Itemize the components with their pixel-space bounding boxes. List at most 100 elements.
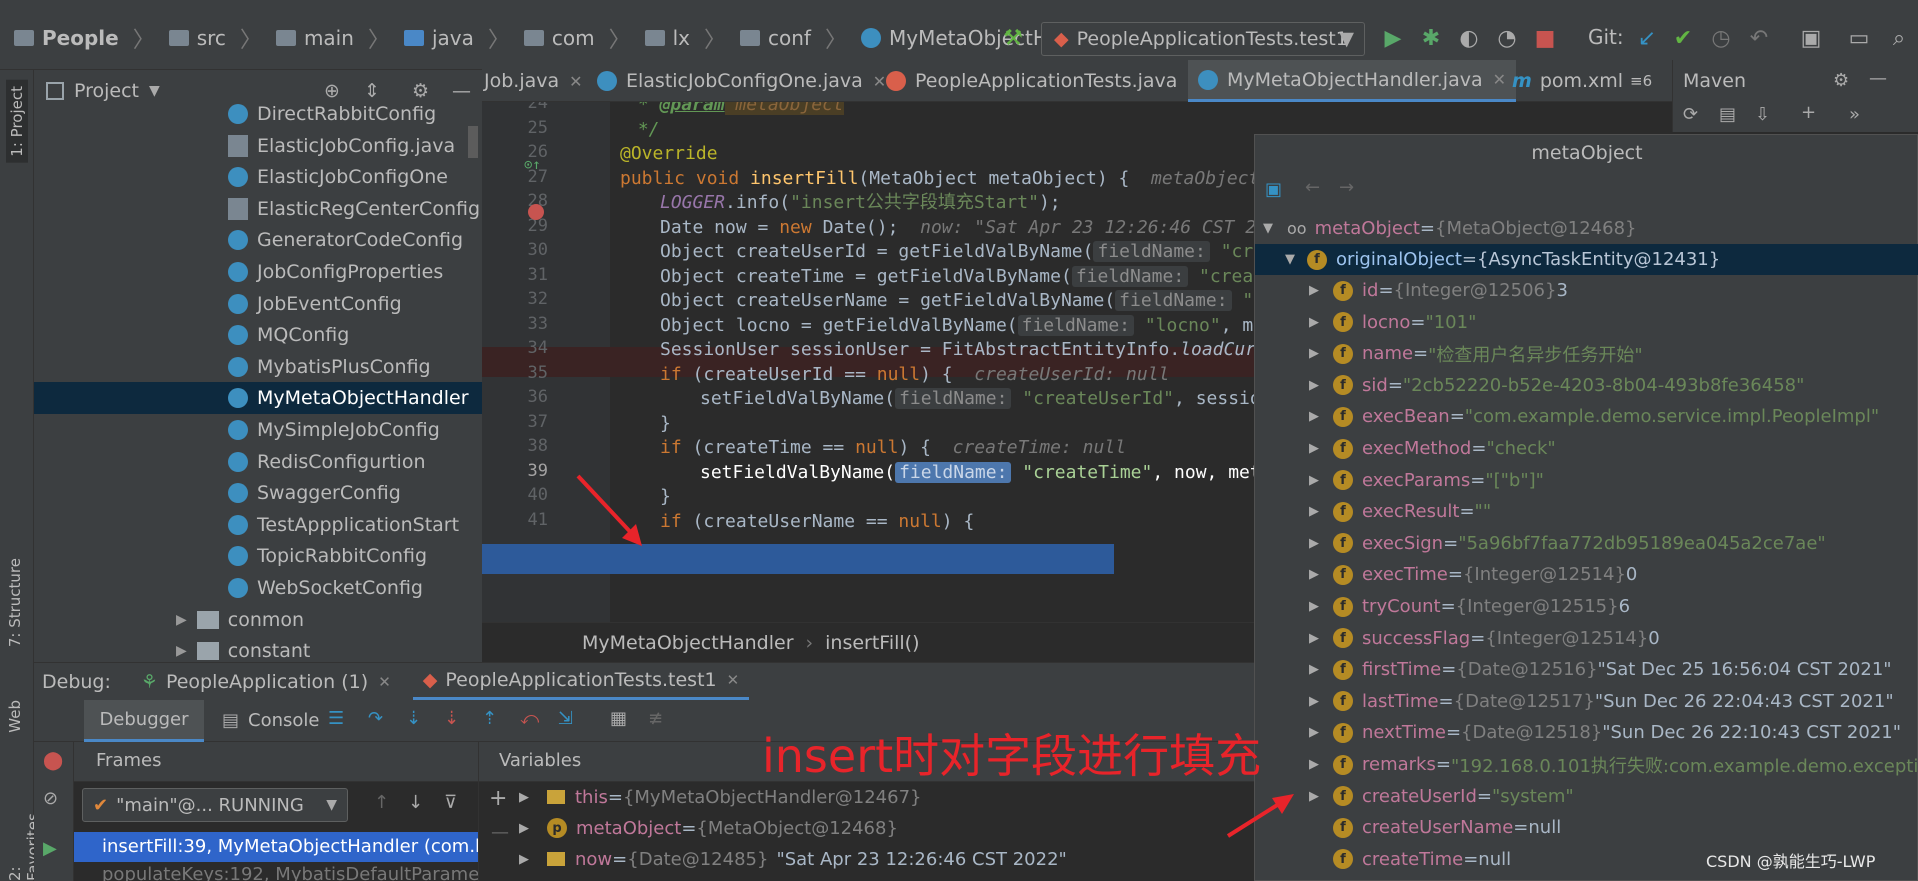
history-icon[interactable]: ◷ — [1710, 28, 1732, 50]
tree-file-item[interactable]: DirectRabbitConfig — [34, 102, 482, 130]
build-hammer-icon[interactable]: ⚒ — [1002, 28, 1024, 50]
navigate-icon[interactable]: ▣ — [1265, 179, 1282, 200]
breadcrumb-item-src[interactable]: src 〉 — [168, 22, 262, 54]
debug-session-tab-tests[interactable]: ◆ PeopleApplicationTests.test1 ✕ — [412, 663, 750, 700]
stop-icon[interactable]: ■ — [1534, 28, 1556, 50]
tree-file-item[interactable]: WebSocketConfig — [34, 572, 482, 604]
generate-sources-icon[interactable]: ▤ — [1719, 104, 1736, 125]
expand-arrow-icon[interactable]: ▶ — [176, 643, 187, 659]
expand-arrow-icon[interactable]: ▶ — [1309, 694, 1327, 709]
step-into-icon[interactable]: ⇣ — [406, 708, 421, 729]
variable-row-this[interactable]: ▶ this = {MyMetaObjectHandler@12467} — [519, 782, 922, 812]
breadcrumb-item-java[interactable]: java 〉 — [403, 22, 510, 54]
trace-icon[interactable]: ≢ — [648, 708, 663, 729]
tree-file-item[interactable]: ElasticJobConfigOne — [34, 161, 482, 193]
tree-file-item[interactable]: JobEventConfig — [34, 288, 482, 320]
tree-file-item[interactable]: RedisConfigurtion — [34, 446, 482, 478]
popup-field-row[interactable]: ▶ f tryCount = {Integer@12515} 6 — [1255, 591, 1918, 622]
rollback-icon[interactable]: ↶ — [1748, 28, 1770, 50]
project-structure-icon[interactable]: ▣ — [1800, 28, 1822, 50]
gear-icon[interactable]: ⚙ — [1833, 70, 1849, 91]
menu-icon[interactable]: ☰ — [328, 708, 344, 729]
tab-overflow-button[interactable]: ≡6 — [1630, 60, 1652, 102]
expand-arrow-icon[interactable]: ▶ — [1309, 725, 1327, 740]
minimize-icon[interactable]: — — [1869, 68, 1887, 89]
more-icon[interactable]: » — [1849, 104, 1860, 125]
editor-tab-mymetaobjecthandler[interactable]: MyMetaObjectHandler.java ✕ — [1188, 60, 1517, 102]
editor-tab-peopleapplicationtests[interactable]: PeopleApplicationTests.java✕ — [886, 60, 1201, 102]
project-scrollbar[interactable] — [468, 126, 478, 158]
resume-icon[interactable]: ▶ — [43, 838, 57, 859]
thread-select[interactable]: ✔ "main"@... RUNNING ▼ — [82, 788, 348, 822]
tree-file-item[interactable]: MybatisPlusConfig — [34, 351, 482, 383]
minimize-icon[interactable]: — — [452, 80, 471, 102]
expand-arrow-icon[interactable]: ▶ — [1309, 631, 1327, 646]
tab-debugger[interactable]: Debugger — [84, 700, 204, 742]
popup-field-row[interactable]: ▶ f execMethod = "check" — [1255, 433, 1918, 464]
tree-package-item[interactable]: ▶ constant — [176, 635, 310, 662]
popup-field-row[interactable]: ▶ f remarks = "192.168.0.101执行失败:com.examp… — [1255, 749, 1918, 780]
tree-file-item[interactable]: SwaggerConfig — [34, 477, 482, 509]
breadcrumb-item-lx[interactable]: lx 〉 — [644, 22, 726, 54]
expand-arrow-icon[interactable]: ▶ — [519, 790, 537, 805]
editor-breadcrumb-method[interactable]: insertFill() — [825, 632, 919, 654]
reload-icon[interactable]: ⟳ — [1683, 104, 1698, 125]
tree-file-item[interactable]: ElasticJobConfig.java — [34, 130, 482, 162]
add-icon[interactable]: + — [1801, 102, 1816, 123]
search-icon[interactable]: ⌕ — [1888, 28, 1910, 50]
popup-field-row[interactable]: ▶ f lastTime = {Date@12517} "Sun Dec 26 22… — [1255, 686, 1918, 717]
expand-arrow-icon[interactable]: ▶ — [1309, 504, 1327, 519]
mute-breakpoints-icon[interactable]: ⊘ — [43, 788, 58, 809]
override-marker-icon[interactable]: ⊙↑ — [524, 157, 541, 173]
tool-tab-structure[interactable]: 7: Structure — [6, 558, 24, 647]
evaluate-icon[interactable]: ▦ — [610, 708, 627, 729]
close-icon[interactable]: ✕ — [378, 673, 391, 691]
popup-field-row[interactable]: ▶ f execBean = "com.example.demo.service.i… — [1255, 401, 1918, 432]
variable-inspector-popup[interactable]: metaObject ▣ ← → ▼ oo metaObject = {Meta… — [1254, 134, 1918, 881]
breadcrumb-item-com[interactable]: com 〉 — [523, 22, 631, 54]
tool-tab-web[interactable]: Web — [6, 700, 24, 733]
expand-arrow-icon[interactable]: ▶ — [1309, 757, 1327, 772]
close-icon[interactable]: ✕ — [727, 671, 740, 689]
popup-field-row[interactable]: ▶ f sid = "2cb52220-b52e-4203-8b04-493b8fe… — [1255, 370, 1918, 401]
popup-row-metaobject[interactable]: ▼ oo metaObject = {MetaObject@12468} — [1255, 213, 1918, 244]
git-update-icon[interactable]: ↙ — [1636, 28, 1658, 50]
debug-session-tab-app[interactable]: PeopleApplication (1) — [166, 671, 368, 693]
frame-down-icon[interactable]: ↓ — [408, 792, 423, 813]
tool-tab-project[interactable]: 1: Project — [6, 80, 28, 163]
run-icon[interactable]: ▶ — [1382, 28, 1404, 50]
locate-icon[interactable]: ⊕ — [324, 80, 340, 102]
coverage-icon[interactable]: ◐ — [1458, 28, 1480, 50]
expand-arrow-icon[interactable]: ▶ — [1309, 441, 1327, 456]
tree-file-item[interactable]: TestAppplicationStart — [34, 509, 482, 541]
project-panel-title[interactable]: Project — [74, 80, 139, 102]
popup-field-row[interactable]: ▶ f execResult = "" — [1255, 496, 1918, 527]
drop-frame-icon[interactable]: ⤺ — [520, 708, 539, 729]
popup-field-row[interactable]: ▶ f successFlag = {Integer@12514} 0 — [1255, 623, 1918, 654]
breadcrumb-item-conf[interactable]: conf 〉 — [740, 22, 847, 54]
tree-file-item[interactable]: JobConfigProperties — [34, 256, 482, 288]
remove-watch-icon[interactable]: — — [491, 822, 509, 843]
popup-field-row[interactable]: f createUserName = null — [1255, 812, 1918, 843]
popup-field-row[interactable]: ▶ f execSign = "5a96bf7faa772db95189ea045a… — [1255, 528, 1918, 559]
expand-arrow-icon[interactable]: ▶ — [1309, 536, 1327, 551]
tree-file-item[interactable]: MySimpleJobConfig — [34, 414, 482, 446]
popup-field-row[interactable]: ▶ f id = {Integer@12506} 3 — [1255, 275, 1918, 306]
popup-field-row[interactable]: ▶ f firstTime = {Date@12516} "Sat Dec 25 1… — [1255, 654, 1918, 685]
expand-arrow-icon[interactable]: ▼ — [1263, 221, 1281, 236]
add-watch-icon[interactable]: + — [489, 786, 507, 811]
forward-icon[interactable]: → — [1339, 177, 1354, 198]
popup-row-originalobject[interactable]: ▼ f originalObject = {AsyncTaskEntity@12… — [1255, 244, 1918, 275]
git-commit-icon[interactable]: ✔ — [1672, 28, 1694, 50]
popup-field-row[interactable]: ▶ f execTime = {Integer@12514} 0 — [1255, 559, 1918, 590]
step-out-icon[interactable]: ⇡ — [482, 708, 497, 729]
variable-row-metaobject[interactable]: ▶ p metaObject = {MetaObject@12468} — [519, 813, 898, 843]
expand-arrow-icon[interactable]: ▶ — [519, 821, 537, 836]
close-icon[interactable]: ✕ — [569, 72, 582, 91]
popup-field-row[interactable]: ▶ f execParams = "["b"]" — [1255, 465, 1918, 496]
expand-arrow-icon[interactable]: ▶ — [1309, 315, 1327, 330]
breadcrumb-item-project[interactable]: People 〉 — [14, 22, 155, 54]
breadcrumb-item-main[interactable]: main 〉 — [275, 22, 390, 54]
profiler-icon[interactable]: ◔ — [1496, 28, 1518, 50]
window-layout-icon[interactable]: ▭ — [1848, 28, 1870, 50]
